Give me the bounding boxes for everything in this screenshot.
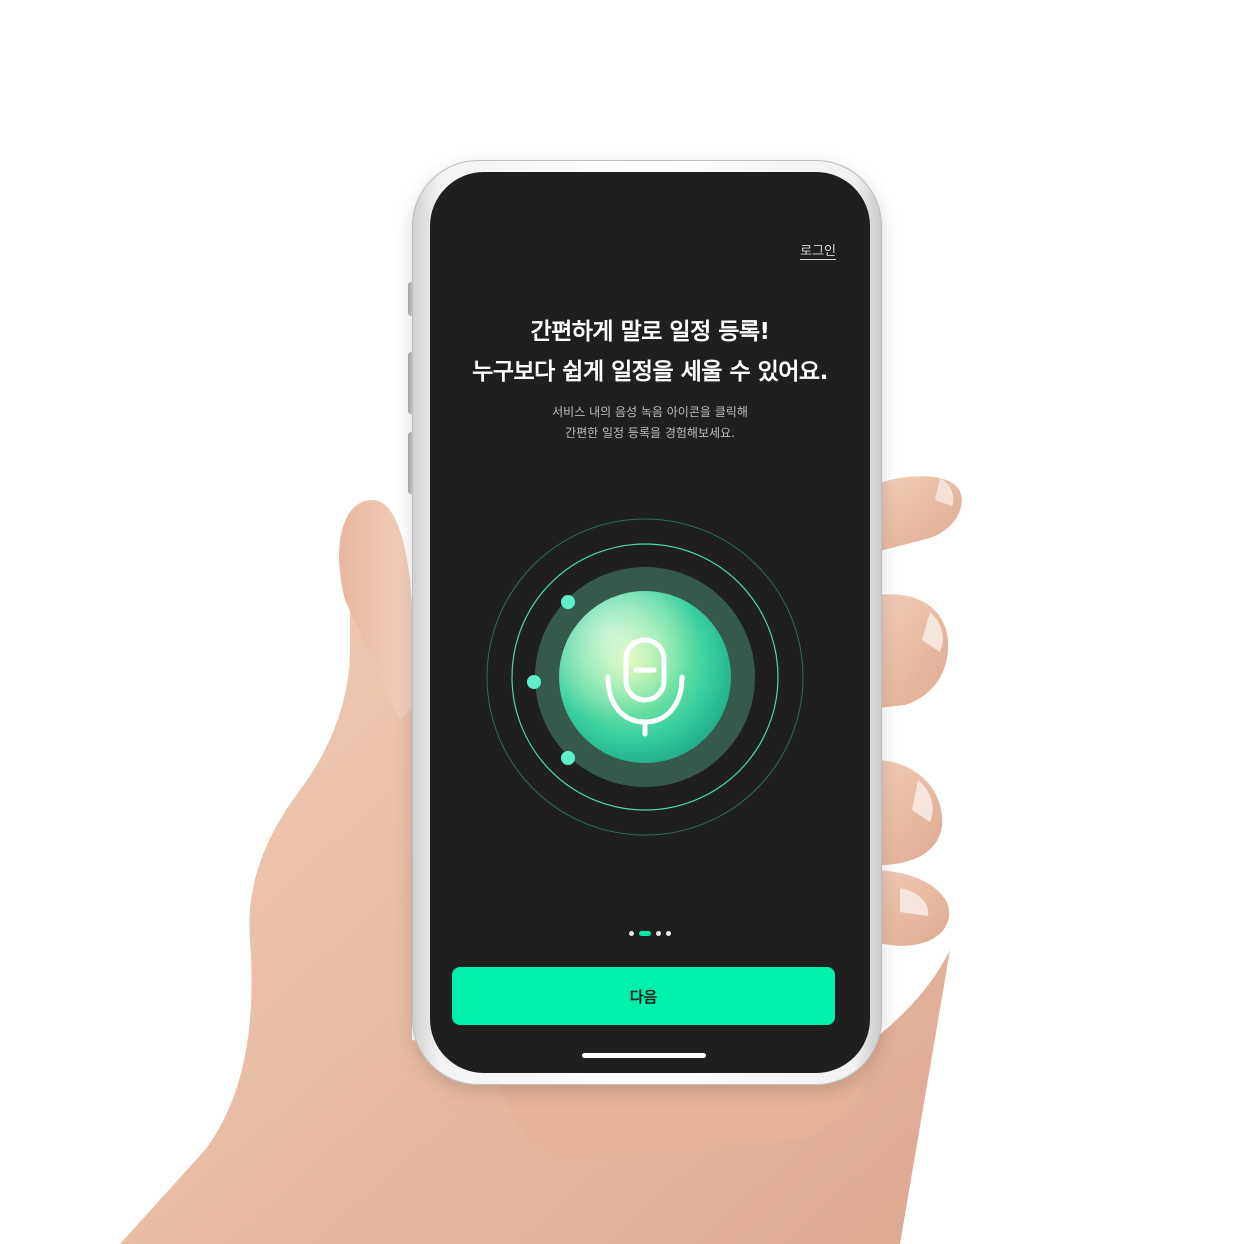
headline-line-1: 간편하게 말로 일정 등록! bbox=[530, 319, 770, 345]
ring-dot bbox=[561, 595, 575, 609]
voice-record-illustration bbox=[486, 518, 804, 836]
stage: 로그인 간편하게 말로 일정 등록! 누구보다 쉽게 일정을 세울 수 있어요.… bbox=[0, 0, 1255, 1244]
page-title: 간편하게 말로 일정 등록! 누구보다 쉽게 일정을 세울 수 있어요. bbox=[430, 312, 870, 392]
page-dot[interactable] bbox=[656, 931, 661, 936]
description-line-2: 간편한 일정 등록을 경험해보세요. bbox=[565, 426, 735, 440]
page-indicator bbox=[430, 931, 870, 936]
ring-dot bbox=[561, 751, 575, 765]
description-line-1: 서비스 내의 음성 녹음 아이콘을 클릭해 bbox=[552, 405, 748, 419]
phone-screen: 로그인 간편하게 말로 일정 등록! 누구보다 쉽게 일정을 세울 수 있어요.… bbox=[430, 172, 870, 1073]
headline-line-2: 누구보다 쉽게 일정을 세울 수 있어요. bbox=[472, 359, 828, 385]
page-dot-active[interactable] bbox=[639, 931, 651, 936]
page-dot[interactable] bbox=[666, 931, 671, 936]
page-dot[interactable] bbox=[629, 931, 634, 936]
home-indicator bbox=[582, 1053, 706, 1058]
next-button[interactable]: 다음 bbox=[452, 967, 835, 1025]
description: 서비스 내의 음성 녹음 아이콘을 클릭해 간편한 일정 등록을 경험해보세요. bbox=[430, 402, 870, 444]
ring-dot bbox=[527, 675, 541, 689]
login-link[interactable]: 로그인 bbox=[800, 240, 836, 259]
